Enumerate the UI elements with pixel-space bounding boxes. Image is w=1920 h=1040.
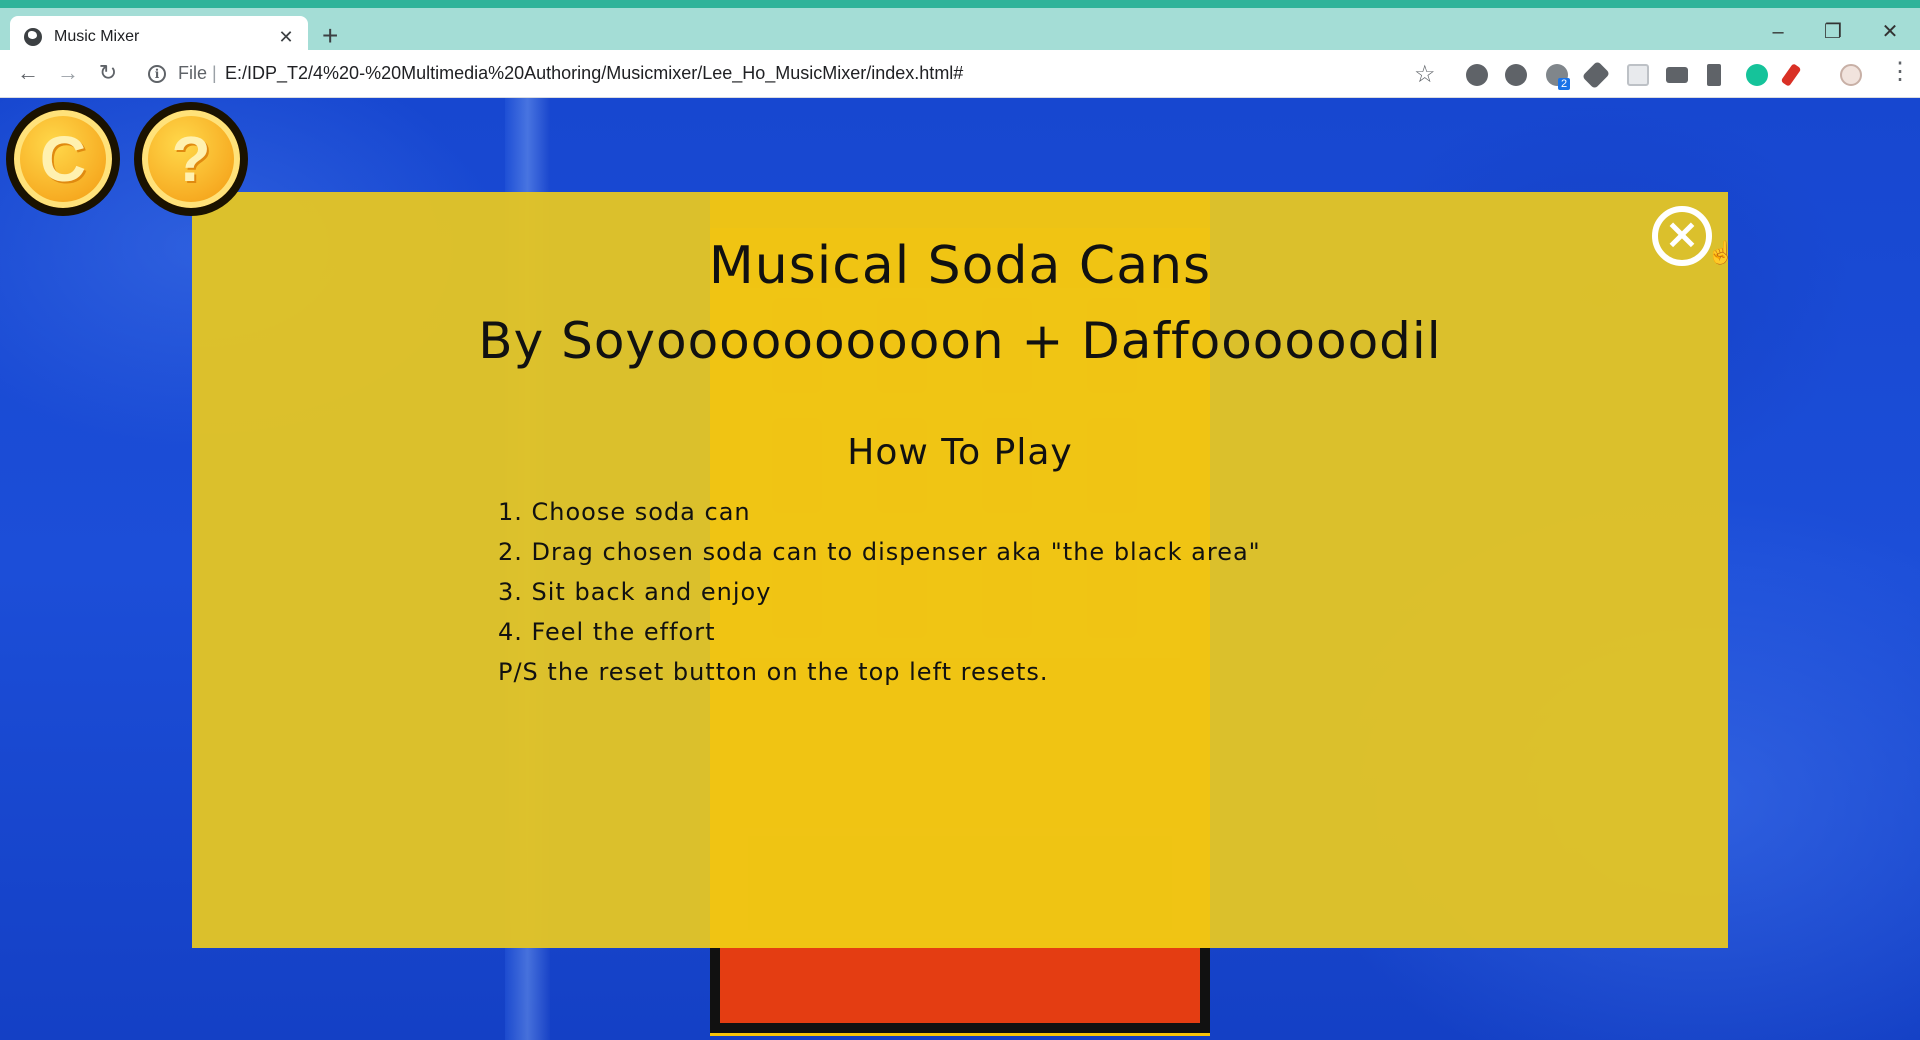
instruction-item: 1. Choose soda can <box>498 498 751 526</box>
instruction-item: 3. Sit back and enjoy <box>498 578 772 606</box>
instruction-item: 2. Drag chosen soda can to dispenser aka… <box>498 538 1261 566</box>
profile-avatar[interactable] <box>1840 64 1862 86</box>
bookmark-extension-icon[interactable] <box>1707 64 1721 86</box>
address-bar[interactable]: E:/IDP_T2/4%20-%20Multimedia%20Authoring… <box>225 63 963 84</box>
question-icon: ? <box>171 123 211 195</box>
browser-menu-icon[interactable]: ⋮ <box>1888 60 1912 84</box>
reset-icon: C <box>39 123 87 195</box>
back-button[interactable]: ← <box>14 61 42 85</box>
forward-button[interactable]: → <box>54 61 82 85</box>
pen-extension-icon[interactable] <box>1780 63 1802 87</box>
eyedropper-extension-icon[interactable] <box>1581 60 1611 90</box>
instruction-item: P/S the reset button on the top left res… <box>498 658 1049 686</box>
extension-badge: 2 <box>1558 78 1571 90</box>
reload-button[interactable]: ↻ <box>94 61 122 85</box>
tab-close-icon[interactable]: ✕ <box>276 27 296 48</box>
help-button[interactable]: ? <box>134 102 248 216</box>
hand-cursor-icon: ☝ <box>1707 240 1735 265</box>
new-tab-button[interactable]: + <box>322 22 338 50</box>
instructions-list: 1. Choose soda can 2. Drag chosen soda c… <box>498 492 1261 692</box>
site-info-icon[interactable]: i <box>148 65 166 83</box>
window-close-button[interactable]: ✕ <box>1870 22 1910 42</box>
vending-machine-base <box>710 948 1210 1033</box>
grammarly-icon[interactable] <box>1746 64 1768 86</box>
how-to-play-heading: How To Play <box>847 432 1073 473</box>
instruction-item: 4. Feel the effort <box>498 618 716 646</box>
reset-button[interactable]: C <box>6 102 120 216</box>
browser-toolbar: ← → ↻ i File | E:/IDP_T2/4%20-%20Multime… <box>0 50 1920 98</box>
tab-title: Music Mixer <box>54 28 140 45</box>
info-panel: Musical Soda Cans By Soyoooooooooon + Da… <box>192 192 1734 948</box>
skype-extension-icon[interactable] <box>1466 64 1488 86</box>
cast-icon[interactable] <box>1666 67 1688 83</box>
reader-extension-icon[interactable] <box>1627 64 1649 86</box>
game-title: Musical Soda Cans <box>708 236 1212 296</box>
close-info-button[interactable]: × <box>1652 206 1712 266</box>
game-viewport: Musical Soda Cans By Soyoooooooooon + Da… <box>0 98 1920 1040</box>
minimize-button[interactable]: – <box>1758 22 1798 42</box>
url-scheme-label: File <box>178 63 208 83</box>
pinterest-extension-icon[interactable] <box>1505 64 1527 86</box>
globe-icon <box>24 28 42 46</box>
game-authors: By Soyoooooooooon + Daffoooooodil <box>478 312 1442 370</box>
bookmark-star-icon[interactable]: ☆ <box>1414 60 1436 89</box>
restore-button[interactable]: ❐ <box>1813 22 1853 42</box>
browser-chrome: Music Mixer ✕ + – ❐ ✕ ← → ↻ i File | E:/… <box>0 0 1920 98</box>
tab-strip: Music Mixer ✕ + – ❐ ✕ <box>0 0 1920 58</box>
url-separator: | <box>212 63 217 83</box>
